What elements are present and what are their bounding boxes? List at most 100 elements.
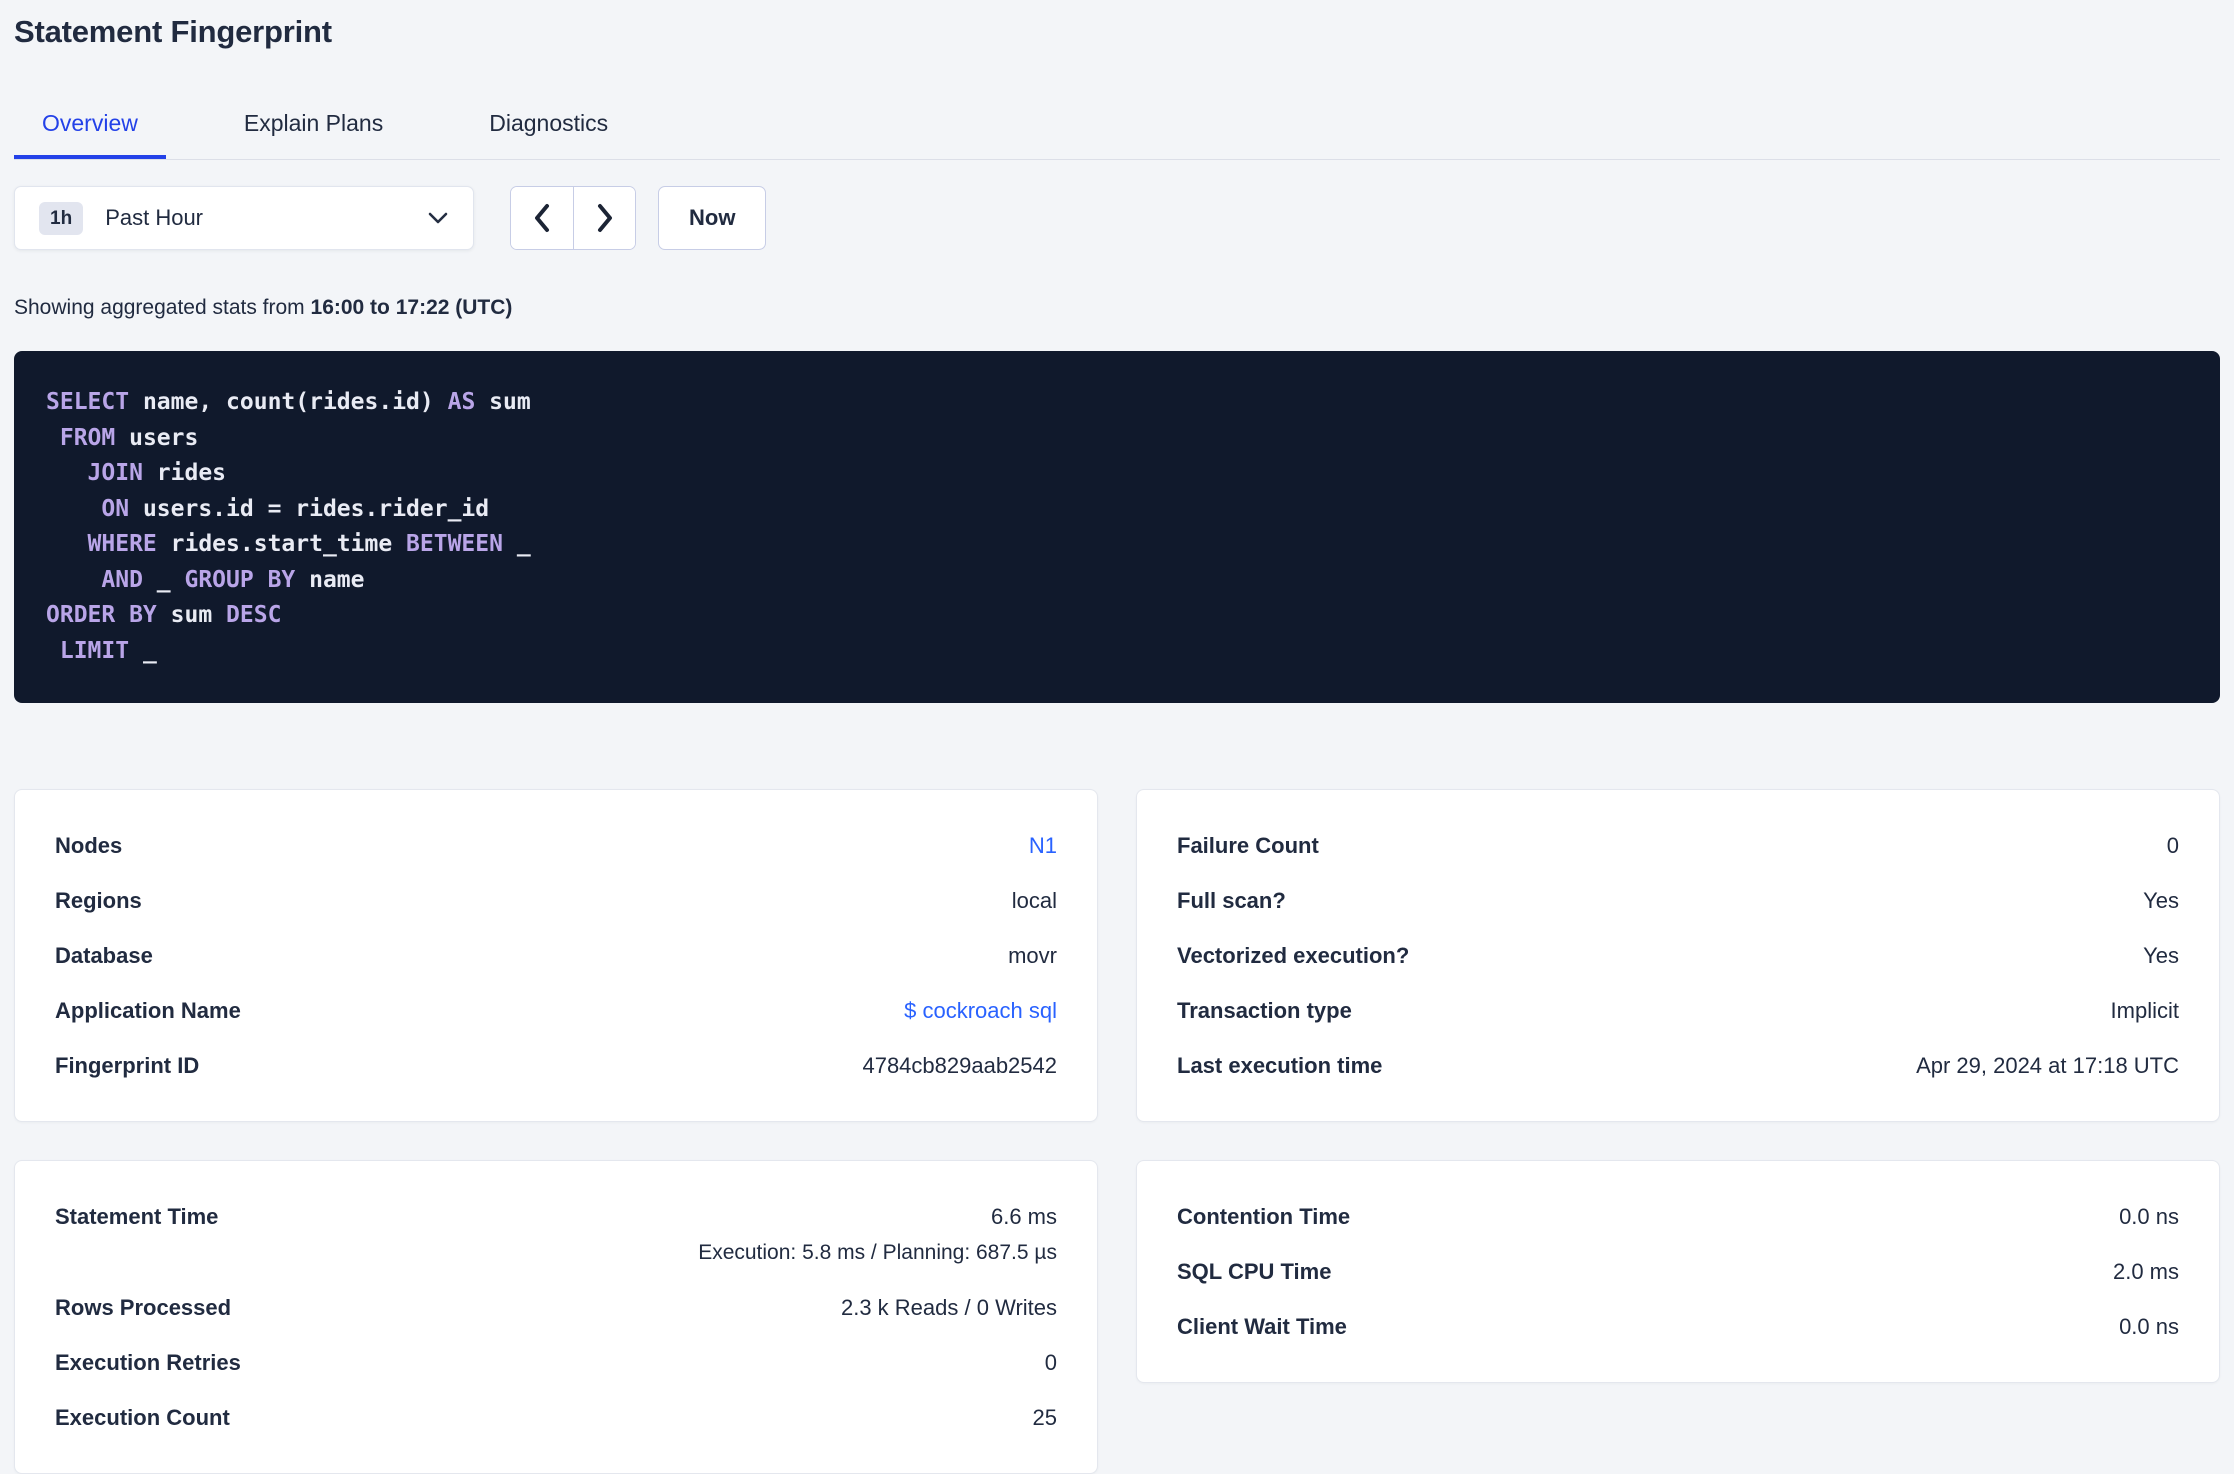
row-value: 0 bbox=[2166, 833, 2179, 858]
stat-row: Statement Time 6.6 ms Execution: 5.8 ms / … bbox=[55, 1189, 1057, 1280]
chevron-down-icon bbox=[428, 212, 448, 224]
row-value: Apr 29, 2024 at 17:18 UTC bbox=[1916, 1053, 2179, 1078]
sql-line: SELECT name, count(rides.id) AS sum bbox=[46, 385, 2188, 421]
tab-overview[interactable]: Overview bbox=[14, 92, 166, 159]
row-value-wrap: local bbox=[1012, 887, 1057, 914]
stat-row: Rows Processed 2.3 k Reads / 0 Writes bbox=[55, 1280, 1057, 1335]
row-label: Failure Count bbox=[1177, 833, 1319, 858]
stat-row: Contention Time 0.0 ns bbox=[1177, 1189, 2179, 1244]
chevron-left-icon bbox=[535, 204, 549, 232]
chevron-right-icon bbox=[597, 204, 612, 232]
sql-text: _ bbox=[502, 531, 531, 557]
row-value-wrap: 6.6 ms Execution: 5.8 ms / Planning: 687.… bbox=[698, 1203, 1057, 1266]
row-label: Vectorized execution? bbox=[1177, 943, 1410, 968]
time-nav-buttons bbox=[510, 186, 636, 250]
row-label: Execution Count bbox=[55, 1405, 230, 1430]
sql-text: rides.start_time bbox=[156, 531, 407, 557]
sql-keyword: WHERE bbox=[87, 531, 157, 557]
now-button[interactable]: Now bbox=[658, 186, 767, 250]
sql-text: _ bbox=[129, 637, 157, 664]
details-cards-row: Nodes N1 Regions local Database movr Applicati… bbox=[14, 789, 2220, 1122]
row-value: Implicit bbox=[2110, 998, 2179, 1023]
sql-text: name bbox=[295, 566, 365, 593]
row-label: Application Name bbox=[55, 998, 241, 1023]
sql-line: AND _ GROUP BY name bbox=[46, 563, 2188, 599]
row-value-wrap: 2.0 ms bbox=[2113, 1258, 2179, 1285]
row-value-wrap: 0 bbox=[2167, 832, 2179, 859]
execution-attributes-card: Failure Count 0 Full scan? Yes Vectorized ex… bbox=[1136, 789, 2220, 1122]
prev-time-range-button[interactable] bbox=[511, 187, 573, 249]
stat-row: Database movr bbox=[55, 928, 1057, 983]
stat-row: Vectorized execution? Yes bbox=[1177, 928, 2179, 983]
sql-text: name, count(rides.id) bbox=[129, 389, 448, 415]
time-controls: 1h Past Hour Now bbox=[14, 186, 2220, 250]
row-value-wrap: 25 bbox=[1033, 1404, 1057, 1431]
sql-keyword: GROUP BY bbox=[184, 566, 296, 593]
time-range-label: Past Hour bbox=[105, 205, 204, 230]
tab-diagnostics[interactable]: Diagnostics bbox=[461, 92, 636, 159]
row-value: 0.0 ns bbox=[2119, 1204, 2179, 1229]
row-label: Fingerprint ID bbox=[55, 1053, 200, 1078]
sql-line: ON users.id = rides.rider_id bbox=[46, 492, 2188, 528]
stats-cards-row: Statement Time 6.6 ms Execution: 5.8 ms / … bbox=[14, 1160, 2220, 1474]
sql-keyword: ORDER BY bbox=[46, 602, 157, 628]
sql-keyword: AS bbox=[447, 389, 476, 415]
row-value-wrap: 2.3 k Reads / 0 Writes bbox=[841, 1294, 1057, 1321]
row-label: Rows Processed bbox=[55, 1295, 232, 1320]
row-label: Last execution time bbox=[1177, 1053, 1383, 1078]
row-label: Database bbox=[55, 943, 153, 968]
stat-row: Regions local bbox=[55, 873, 1057, 928]
row-value: 0 bbox=[1044, 1350, 1057, 1375]
row-value: 2.3 k Reads / 0 Writes bbox=[840, 1295, 1057, 1320]
row-label: Execution Retries bbox=[55, 1350, 241, 1375]
sql-keyword: SELECT bbox=[46, 389, 130, 415]
row-label: Full scan? bbox=[1177, 888, 1286, 913]
row-value-wrap: Implicit bbox=[2111, 997, 2179, 1024]
sql-line: FROM users bbox=[46, 421, 2188, 457]
sql-text: sum bbox=[475, 389, 531, 415]
sql-text: users bbox=[115, 424, 199, 451]
nodes-link[interactable]: N1 bbox=[1029, 833, 1057, 858]
sql-keyword: FROM bbox=[59, 424, 116, 451]
sql-keyword: ON bbox=[101, 495, 130, 522]
sql-line: LIMIT _ bbox=[46, 634, 2188, 670]
sql-text: sum bbox=[156, 602, 227, 628]
time-stats-card: Contention Time 0.0 ns SQL CPU Time 2.0 ms C… bbox=[1136, 1160, 2220, 1383]
aggregated-stats-prefix: Showing aggregated stats from bbox=[14, 296, 311, 319]
next-time-range-button[interactable] bbox=[573, 187, 635, 249]
row-value-wrap: movr bbox=[1008, 942, 1057, 969]
stat-row: Execution Retries 0 bbox=[55, 1335, 1057, 1390]
row-value-wrap: $ cockroach sql bbox=[904, 997, 1057, 1024]
row-value: 25 bbox=[1032, 1405, 1057, 1430]
stat-row: SQL CPU Time 2.0 ms bbox=[1177, 1244, 2179, 1299]
row-value-wrap: 0.0 ns bbox=[2119, 1313, 2179, 1340]
statement-details-card: Nodes N1 Regions local Database movr Applicati… bbox=[14, 789, 1098, 1122]
application-name-link[interactable]: $ cockroach sql bbox=[904, 998, 1057, 1023]
tab-explain-plans[interactable]: Explain Plans bbox=[216, 92, 411, 159]
row-value-wrap: 0 bbox=[1045, 1349, 1057, 1376]
row-value: movr bbox=[1008, 943, 1057, 968]
row-label: Client Wait Time bbox=[1177, 1314, 1347, 1339]
row-value-wrap: 0.0 ns bbox=[2119, 1203, 2179, 1230]
row-label: Regions bbox=[55, 888, 142, 913]
sql-keyword: BETWEEN bbox=[406, 531, 503, 557]
sql-text: _ bbox=[142, 566, 185, 593]
stat-row: Last execution time Apr 29, 2024 at 17:18… bbox=[1177, 1038, 2179, 1093]
row-subvalue: Execution: 5.8 ms / Planning: 687.5 µs bbox=[698, 1241, 1057, 1264]
aggregated-stats-range: 16:00 to 17:22 (UTC) bbox=[310, 296, 513, 319]
row-label: Nodes bbox=[55, 833, 123, 858]
time-range-dropdown[interactable]: 1h Past Hour bbox=[14, 186, 474, 250]
row-value: 0.0 ns bbox=[2119, 1314, 2179, 1339]
tab-bar: Overview Explain Plans Diagnostics bbox=[14, 92, 2220, 160]
sql-text: rides bbox=[142, 460, 227, 486]
stat-row: Application Name $ cockroach sql bbox=[55, 983, 1057, 1038]
statement-fingerprint-page: Statement Fingerprint Overview Explain Pl… bbox=[0, 0, 2234, 1474]
sql-keyword: JOIN bbox=[87, 460, 143, 486]
stat-row: Transaction type Implicit bbox=[1177, 983, 2179, 1038]
row-value: local bbox=[1011, 888, 1057, 913]
row-value: Yes bbox=[2143, 888, 2179, 913]
